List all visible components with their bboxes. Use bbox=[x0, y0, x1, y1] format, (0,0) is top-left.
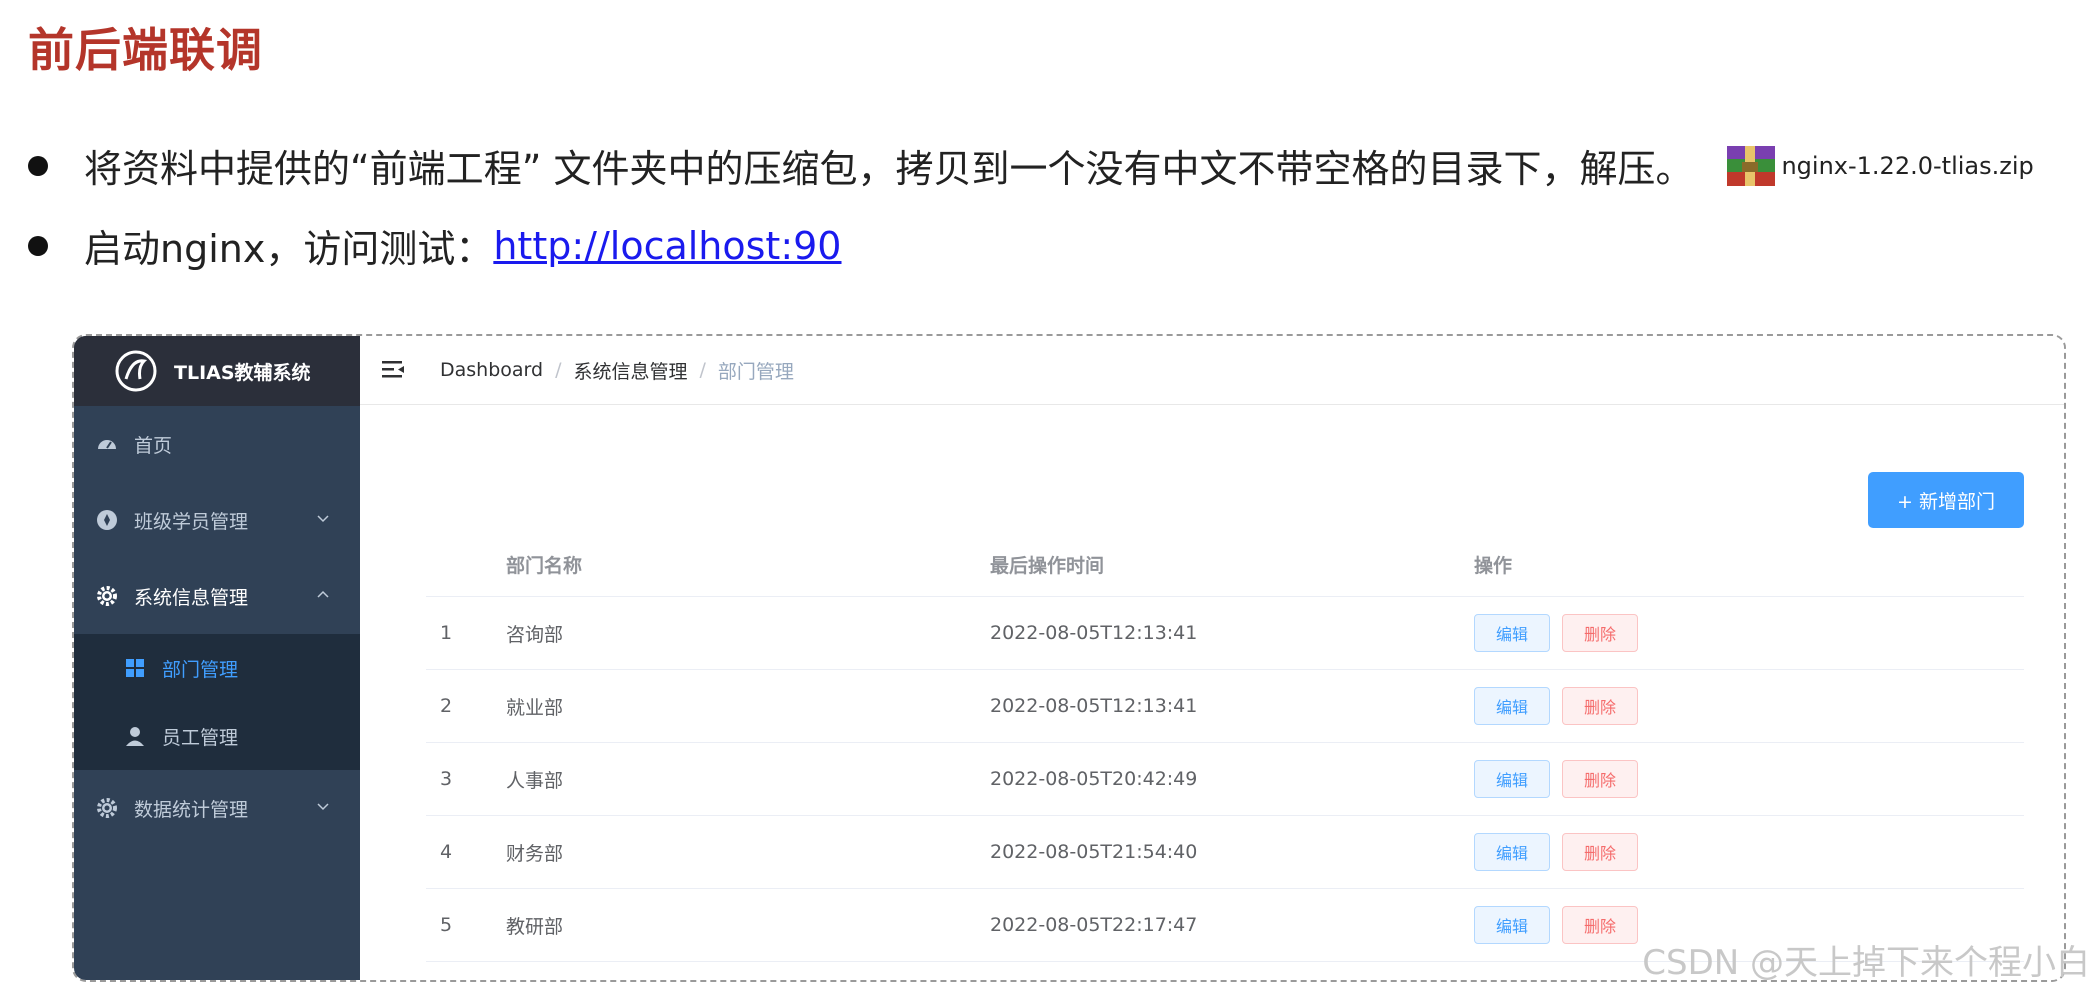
breadcrumb-separator: / bbox=[555, 359, 562, 381]
sidebar-item-system-info[interactable]: 系统信息管理 bbox=[74, 558, 360, 634]
header-update-time: 最后操作时间 bbox=[990, 554, 1105, 577]
row-dept-name: 咨询部 bbox=[506, 623, 564, 646]
table-row: 1 咨询部 2022-08-05T12:13:41 编辑 删除 bbox=[426, 597, 2024, 670]
chevron-up-icon bbox=[317, 590, 329, 598]
chevron-down-icon bbox=[317, 803, 329, 811]
row-actions: 编辑 删除 bbox=[1474, 760, 1638, 798]
user-icon bbox=[126, 727, 144, 746]
zip-file[interactable]: nginx-1.22.0-tlias.zip bbox=[1725, 144, 2034, 188]
delete-button[interactable]: 删除 bbox=[1562, 906, 1638, 944]
logo-icon bbox=[115, 350, 157, 392]
edit-button[interactable]: 编辑 bbox=[1474, 687, 1550, 725]
sidebar-item-dept[interactable]: 部门管理 bbox=[74, 634, 360, 702]
edit-button[interactable]: 编辑 bbox=[1474, 906, 1550, 944]
localhost-link[interactable]: http://localhost:90 bbox=[493, 224, 841, 268]
sidebar-item-label: 班级学员管理 bbox=[134, 510, 249, 533]
sidebar-item-home[interactable]: 首页 bbox=[74, 406, 360, 482]
chevron-down-icon bbox=[317, 515, 329, 523]
submenu-system-info: 部门管理 员工管理 bbox=[74, 634, 360, 770]
row-index: 2 bbox=[440, 695, 453, 717]
compass-icon bbox=[97, 510, 117, 530]
watermark: CSDN @天上掉下来个程小白 bbox=[1642, 943, 2090, 983]
row-actions: 编辑 删除 bbox=[1474, 906, 1638, 944]
bullet-start-text: 启动nginx，访问测试： bbox=[84, 227, 494, 271]
edit-button[interactable]: 编辑 bbox=[1474, 614, 1550, 652]
row-actions: 编辑 删除 bbox=[1474, 687, 1638, 725]
gear-icon bbox=[97, 798, 117, 818]
add-dept-button[interactable]: + 新增部门 bbox=[1868, 472, 2024, 528]
delete-button[interactable]: 删除 bbox=[1562, 760, 1638, 798]
zip-file-name: nginx-1.22.0-tlias.zip bbox=[1781, 151, 2034, 180]
table-row: 2 就业部 2022-08-05T12:13:41 编辑 删除 bbox=[426, 670, 2024, 743]
row-update-time: 2022-08-05T22:17:47 bbox=[990, 914, 1198, 936]
row-update-time: 2022-08-05T12:13:41 bbox=[990, 695, 1198, 717]
row-dept-name: 财务部 bbox=[506, 842, 564, 865]
sidebar-item-label: 数据统计管理 bbox=[134, 798, 249, 821]
header-actions: 操作 bbox=[1474, 554, 1513, 577]
sidebar-item-staff[interactable]: 员工管理 bbox=[74, 702, 360, 770]
table-row: 4 财务部 2022-08-05T21:54:40 编辑 删除 bbox=[426, 816, 2024, 889]
edit-button[interactable]: 编辑 bbox=[1474, 760, 1550, 798]
bullet-start-nginx: 启动nginx，访问测试： http://localhost:90 bbox=[28, 218, 842, 273]
table-row: 3 人事部 2022-08-05T20:42:49 编辑 删除 bbox=[426, 743, 2024, 816]
row-update-time: 2022-08-05T21:54:40 bbox=[990, 841, 1198, 863]
sidebar-item-label: 系统信息管理 bbox=[134, 586, 249, 609]
slide-title: 前后端联调 bbox=[28, 23, 263, 77]
app-screenshot-frame: TLIAS教辅系统 首页 班级学员管理 系统信息管理 部门管理 员工管理 数据统… bbox=[72, 334, 2066, 982]
edit-button[interactable]: 编辑 bbox=[1474, 833, 1550, 871]
gear-icon bbox=[97, 586, 117, 606]
sidebar: TLIAS教辅系统 首页 班级学员管理 系统信息管理 部门管理 员工管理 数据统… bbox=[74, 336, 360, 980]
row-actions: 编辑 删除 bbox=[1474, 614, 1638, 652]
navbar: Dashboard / 系统信息管理 / 部门管理 bbox=[360, 336, 2064, 405]
sidebar-item-stats[interactable]: 数据统计管理 bbox=[74, 770, 360, 846]
delete-button[interactable]: 删除 bbox=[1562, 614, 1638, 652]
breadcrumb-system-info[interactable]: 系统信息管理 bbox=[574, 357, 688, 384]
table-header: 部门名称 最后操作时间 操作 bbox=[426, 532, 2024, 597]
row-update-time: 2022-08-05T12:13:41 bbox=[990, 622, 1198, 644]
brand-name: TLIAS教辅系统 bbox=[174, 361, 311, 384]
brand[interactable]: TLIAS教辅系统 bbox=[74, 336, 360, 406]
row-index: 3 bbox=[440, 768, 453, 790]
breadcrumb-dashboard[interactable]: Dashboard bbox=[440, 359, 543, 381]
breadcrumb: Dashboard / 系统信息管理 / 部门管理 bbox=[440, 357, 794, 384]
row-actions: 编辑 删除 bbox=[1474, 833, 1638, 871]
row-index: 5 bbox=[440, 914, 453, 936]
breadcrumb-dept: 部门管理 bbox=[717, 360, 794, 383]
sidebar-item-class-student[interactable]: 班级学员管理 bbox=[74, 482, 360, 558]
winrar-archive-icon bbox=[1727, 145, 1776, 186]
bullet-dot bbox=[28, 155, 48, 176]
row-dept-name: 教研部 bbox=[506, 915, 564, 938]
row-update-time: 2022-08-05T20:42:49 bbox=[990, 768, 1198, 790]
bullet-dot bbox=[28, 235, 48, 256]
row-index: 4 bbox=[440, 841, 453, 863]
bullet-unzip-text: 将资料中提供的“前端工程” 文件夹中的压缩包，拷贝到一个没有中文不带空格的目录下… bbox=[84, 147, 1694, 191]
delete-button[interactable]: 删除 bbox=[1562, 833, 1638, 871]
sidebar-item-label: 首页 bbox=[134, 434, 173, 457]
grid-icon bbox=[126, 659, 144, 677]
bullet-unzip: 将资料中提供的“前端工程” 文件夹中的压缩包，拷贝到一个没有中文不带空格的目录下… bbox=[28, 138, 2034, 193]
dashboard-icon bbox=[98, 440, 116, 449]
dept-table: 部门名称 最后操作时间 操作 1 咨询部 2022-08-05T12:13:41… bbox=[426, 532, 2024, 962]
menu-fold-icon[interactable] bbox=[382, 359, 406, 381]
header-dept-name: 部门名称 bbox=[506, 554, 583, 577]
main-content: Dashboard / 系统信息管理 / 部门管理 + 新增部门 部门名称 最后… bbox=[360, 336, 2064, 980]
breadcrumb-separator: / bbox=[699, 359, 706, 381]
row-index: 1 bbox=[440, 622, 453, 644]
row-dept-name: 就业部 bbox=[506, 696, 564, 719]
sidebar-item-label: 员工管理 bbox=[162, 726, 239, 749]
delete-button[interactable]: 删除 bbox=[1562, 687, 1638, 725]
row-dept-name: 人事部 bbox=[506, 769, 564, 792]
sidebar-item-label: 部门管理 bbox=[162, 658, 239, 681]
